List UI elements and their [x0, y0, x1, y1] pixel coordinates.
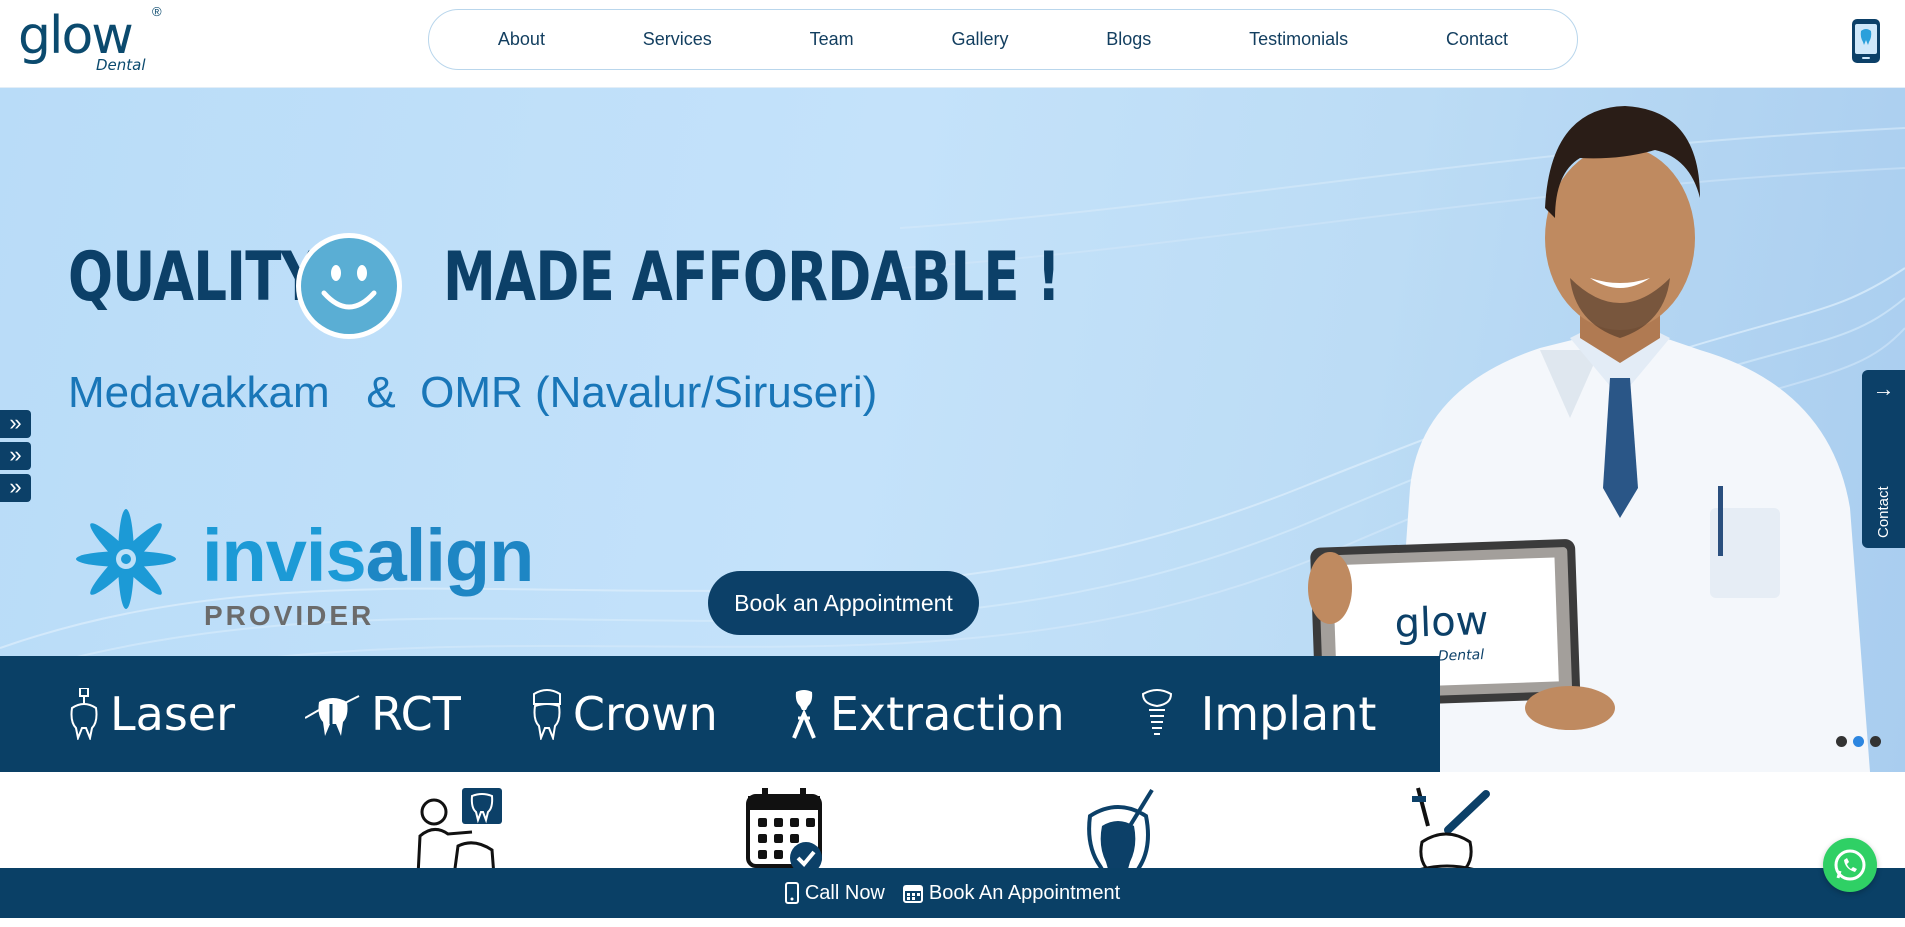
tablet-logo-sub: Dental	[1438, 647, 1485, 665]
glow-dental-logo[interactable]: glow Dental ®	[18, 4, 168, 80]
tooth-root-canal-icon	[1087, 788, 1154, 868]
service-crown[interactable]: Crown	[531, 687, 718, 741]
service-rct[interactable]: RCT	[305, 687, 461, 741]
call-now-label: Call Now	[804, 881, 885, 904]
nav-blogs[interactable]: Blogs	[1106, 29, 1151, 50]
dental-xray-icon	[416, 788, 502, 868]
side-arrow-1[interactable]: »	[0, 410, 31, 438]
mobile-phone-icon[interactable]	[1850, 18, 1882, 64]
book-appointment-bar-label: Book An Appointment	[928, 881, 1121, 904]
invisalign-word-a: invis	[202, 514, 367, 597]
tooth-injection-icon	[1412, 787, 1490, 868]
nav-about[interactable]: About	[498, 29, 545, 50]
logo-subtitle: Dental	[96, 56, 146, 74]
book-appointment-bar-button[interactable]: Book An Appointment	[902, 881, 1121, 905]
invisalign-wordmark: invisalign	[202, 513, 535, 598]
call-now-button[interactable]: Call Now	[784, 881, 885, 905]
registered-mark: ®	[152, 4, 162, 19]
service-crown-label: Crown	[572, 687, 718, 741]
smiley-icon	[296, 233, 402, 339]
extraction-tooth-icon	[791, 690, 816, 739]
service-laser-label: Laser	[110, 687, 235, 741]
slider-dots	[1836, 736, 1881, 747]
service-implant-label: Implant	[1200, 687, 1377, 741]
calendar-check-icon	[746, 788, 822, 868]
invisalign-provider-label: PROVIDER	[204, 600, 375, 631]
calendar-icon	[902, 885, 923, 903]
service-extraction[interactable]: Extraction	[788, 687, 1065, 741]
nav-services[interactable]: Services	[643, 29, 712, 50]
tablet-logo-word: glow	[1394, 598, 1489, 647]
main-nav: About Services Team Gallery Blogs Testim…	[428, 9, 1578, 70]
nav-testimonials[interactable]: Testimonials	[1249, 29, 1348, 50]
whatsapp-button[interactable]	[1823, 838, 1877, 892]
nav-contact[interactable]: Contact	[1446, 29, 1508, 50]
crown-tooth-icon	[532, 689, 561, 740]
side-arrow-tabs: » » »	[0, 410, 32, 506]
clinic-locations: Medavakkam & OMR (Navalur/Siruseri)	[68, 368, 878, 417]
contact-arrow-icon: →	[1872, 376, 1895, 401]
side-contact-tab[interactable]: → Contact	[1862, 370, 1905, 548]
side-arrow-2[interactable]: »	[0, 442, 31, 470]
nav-gallery[interactable]: Gallery	[951, 29, 1008, 50]
rct-tooth-icon	[305, 695, 360, 736]
service-implant[interactable]: Implant	[1137, 687, 1377, 741]
invisalign-word-b: align	[365, 514, 535, 597]
slider-dot-2[interactable]	[1853, 736, 1864, 747]
site-header: glow Dental ® About Services Team Galler…	[0, 0, 1905, 88]
laser-tooth-icon	[70, 688, 98, 740]
service-rct-label: RCT	[371, 687, 461, 741]
hero-headline: QUALITY MADE AFFORDABLE !	[68, 238, 1061, 317]
headline-quality: QUALITY	[68, 238, 319, 317]
whatsapp-icon	[1834, 849, 1866, 881]
slider-dot-3[interactable]	[1870, 736, 1881, 747]
side-arrow-3[interactable]: »	[0, 474, 31, 502]
mobile-phone-icon	[784, 882, 799, 904]
invisalign-provider-badge: invisalign PROVIDER	[70, 503, 534, 633]
slider-dot-1[interactable]	[1836, 736, 1847, 747]
features-icons-row	[0, 772, 1905, 868]
service-laser[interactable]: Laser	[68, 687, 235, 741]
bottom-action-bar: Call Now Book An Appointment	[0, 868, 1905, 918]
implant-tooth-icon	[1141, 689, 1172, 735]
headline-affordable: MADE AFFORDABLE !	[443, 238, 1061, 317]
invisalign-star-icon	[76, 509, 176, 609]
contact-tab-label: Contact	[1875, 486, 1892, 538]
services-strip: Laser RCT Crown Extraction Implant	[0, 656, 1440, 772]
nav-team[interactable]: Team	[810, 29, 854, 50]
service-extraction-label: Extraction	[829, 687, 1065, 741]
book-appointment-button[interactable]: Book an Appointment	[708, 571, 979, 635]
